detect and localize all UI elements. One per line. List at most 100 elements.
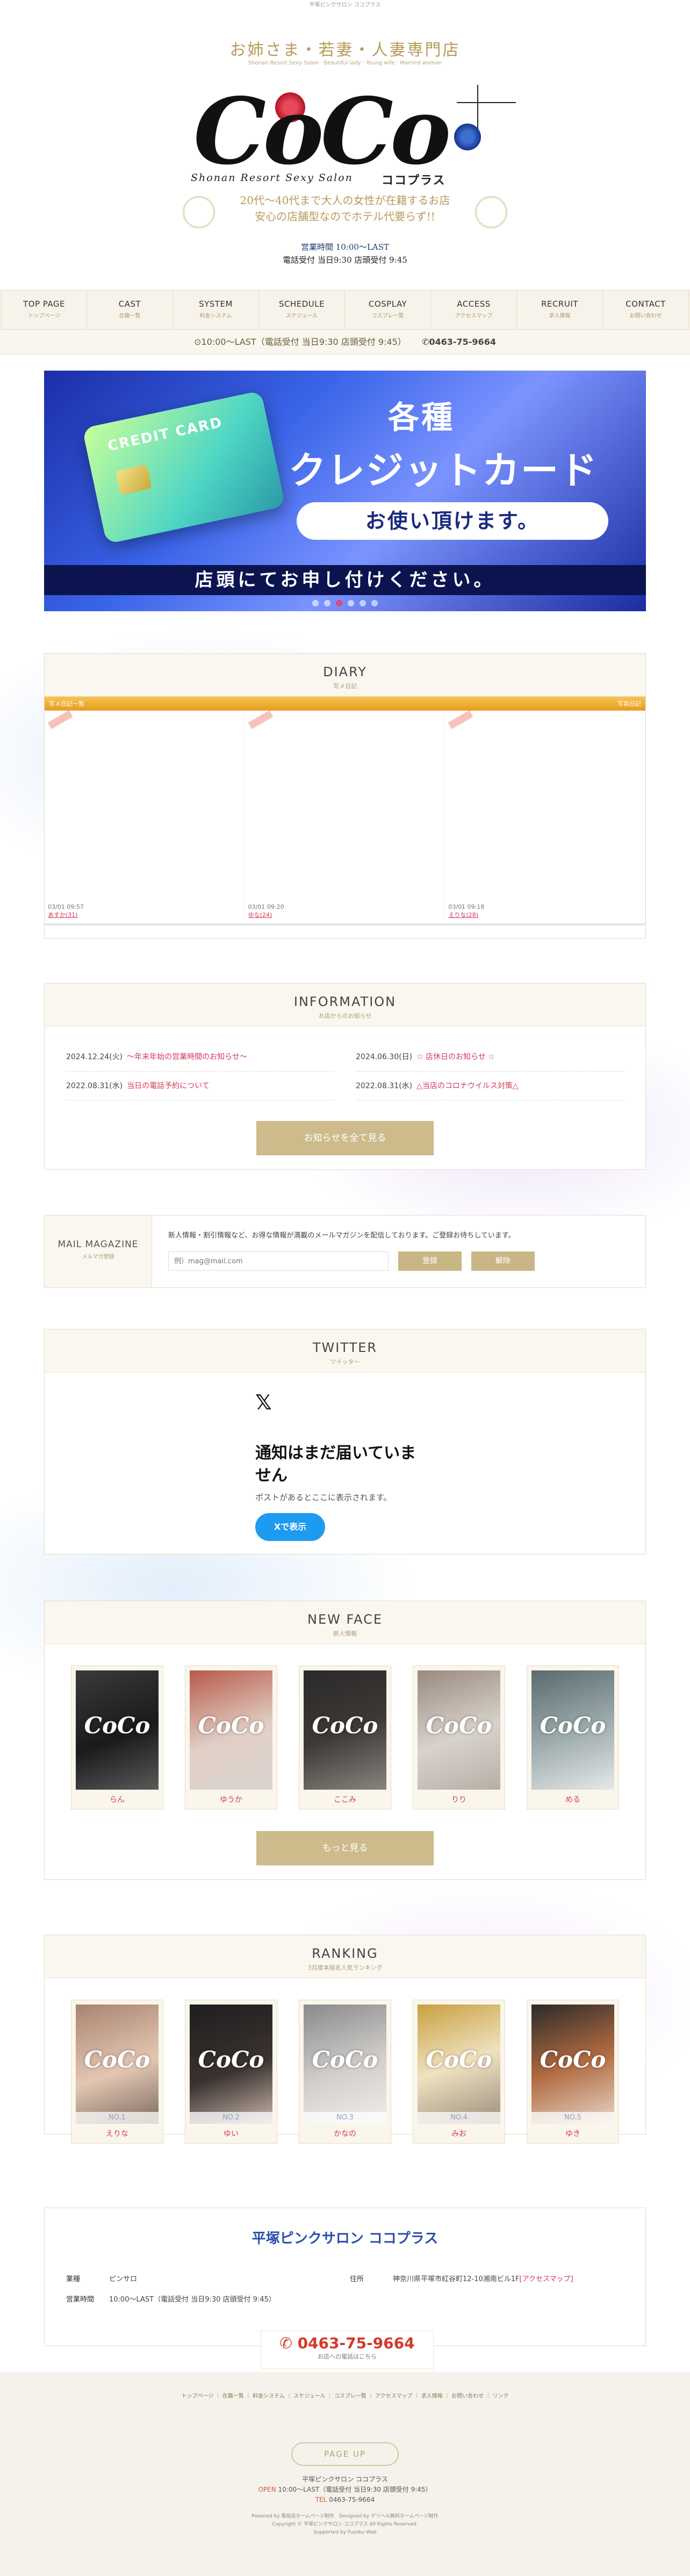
slider-dot[interactable] bbox=[360, 600, 366, 606]
cast-photo: CoCo bbox=[76, 1670, 159, 1790]
rank-badge: NO.4 bbox=[418, 2112, 500, 2124]
information-section: INFORMATION お店からのお知らせ 2024.12.24(火) 〜年末年始… bbox=[44, 983, 646, 1170]
view-on-x-button[interactable]: Xで表示 bbox=[255, 1513, 325, 1541]
top-line: 平塚ピンクサロン ココプラス bbox=[309, 2, 381, 8]
cast-card[interactable]: CoCo める bbox=[527, 1666, 619, 1810]
email-field[interactable] bbox=[168, 1251, 389, 1271]
nav-schedule[interactable]: SCHEDULE スケジュール bbox=[259, 291, 345, 329]
new-tag-icon bbox=[47, 710, 73, 729]
info-item[interactable]: 2022.08.31(水) △当店のコロナウイルス対策△ bbox=[356, 1072, 624, 1101]
footer: トップページ ｜ 在籍一覧 ｜ 料金システム ｜ スケジュール ｜ コスプレ一覧… bbox=[0, 2372, 690, 2576]
mail-description: 新人情報・割引情報など、お得な情報が満載のメールマガジンを配信しております。ご登… bbox=[168, 1232, 515, 1240]
unsubscribe-button[interactable]: 解除 bbox=[471, 1251, 535, 1271]
footer-shop-name: 平塚ピンクサロン ココプラス bbox=[302, 2476, 388, 2483]
slider-dot[interactable] bbox=[336, 600, 342, 606]
watermark-logo: CoCo bbox=[84, 1712, 150, 1739]
site-logo[interactable]: CoCo Shonan Resort Sexy Salon ココプラス bbox=[183, 81, 516, 188]
diary-entry[interactable]: 03/01 09:20 ゆな(24) bbox=[245, 710, 445, 925]
info-item[interactable]: 2024.12.24(火) 〜年末年始の営業時間のお知らせ〜 bbox=[66, 1043, 334, 1072]
nav-contact[interactable]: CONTACT お問い合わせ bbox=[603, 291, 689, 329]
twitter-heading: 通知はまだ届いていません bbox=[255, 1444, 416, 1485]
shop-info-section: 平塚ピンクサロン ココプラス 業種 ピンサロ 住所 神奈川県平塚市紅谷町12-1… bbox=[44, 2208, 646, 2369]
diary-photo-link[interactable]: 写真日記 bbox=[617, 699, 641, 708]
nav-access[interactable]: ACCESS アクセスマップ bbox=[431, 291, 517, 329]
info-tel[interactable]: ✆0463-75-9664 bbox=[422, 337, 496, 347]
cast-card[interactable]: CoCo りり bbox=[413, 1666, 505, 1810]
footer-supported: Supported by Fuzoku Web bbox=[313, 2530, 377, 2535]
section-title: DIARY bbox=[323, 664, 367, 679]
cast-photo: CoCo NO.2 bbox=[190, 2005, 272, 2124]
nav-system[interactable]: SYSTEM 料金システム bbox=[173, 291, 259, 329]
credit-card-icon: CREDIT CARD bbox=[82, 390, 286, 544]
tagline: お姉さま・若妻・人妻専門店 bbox=[229, 41, 461, 60]
cast-card[interactable]: CoCo らん bbox=[71, 1666, 163, 1810]
cast-photo: CoCo bbox=[304, 1670, 386, 1790]
chip-icon bbox=[115, 464, 152, 495]
section-title: MAIL MAGAZINE bbox=[58, 1239, 139, 1250]
address-label: 住所 bbox=[350, 2275, 364, 2283]
watermark-logo: CoCo bbox=[84, 2046, 150, 2073]
info-item[interactable]: 2022.08.31(水) 当日の電話予約について bbox=[66, 1072, 334, 1101]
ranking-card[interactable]: CoCo NO.2 ゆい bbox=[185, 2000, 277, 2144]
hero-banner[interactable]: CREDIT CARD 各種 クレジットカード お使い頂けます。 店頭にてお申し… bbox=[44, 371, 646, 611]
logo-sub: Shonan Resort Sexy Salon bbox=[191, 172, 353, 184]
slider-dot[interactable] bbox=[348, 600, 354, 606]
section-title: RANKING bbox=[312, 1946, 378, 1961]
section-title: NEW FACE bbox=[307, 1612, 383, 1627]
more-button[interactable]: もっと見る bbox=[256, 1831, 434, 1865]
call-button[interactable]: ✆ 0463-75-9664 お店への電話はこちら bbox=[261, 2331, 434, 2369]
banner-title-1: 各種 bbox=[388, 399, 455, 436]
logo-text: CoCo bbox=[193, 78, 451, 185]
nav-recruit[interactable]: RECRUIT 求人情報 bbox=[517, 291, 603, 329]
nav-cast[interactable]: CAST 在籍一覧 bbox=[87, 291, 173, 329]
ranking-card[interactable]: CoCo NO.5 ゆき bbox=[527, 2000, 619, 2144]
mail-magazine-section: MAIL MAGAZINE メルマガ登録 新人情報・割引情報など、お得な情報が満… bbox=[44, 1215, 646, 1288]
cast-photo: CoCo bbox=[531, 1670, 614, 1790]
register-button[interactable]: 登録 bbox=[398, 1251, 462, 1271]
slider-dot[interactable] bbox=[312, 600, 319, 606]
footer-tel[interactable]: 0463-75-9664 bbox=[329, 2496, 375, 2503]
banner-title-2: クレジットカード bbox=[289, 448, 598, 493]
nav-top[interactable]: TOP PAGE トップページ bbox=[1, 291, 87, 329]
twitter-section: TWITTER ツイッター 𝕏 通知はまだ届いていません ポストがあるとここに表… bbox=[44, 1329, 646, 1554]
diary-entry[interactable]: 03/01 09:57 あすか(31) bbox=[45, 710, 245, 925]
footer-links[interactable]: トップページ ｜ 在籍一覧 ｜ 料金システム ｜ スケジュール ｜ コスプレ一覧… bbox=[0, 2372, 690, 2399]
slider-dot[interactable] bbox=[324, 600, 330, 606]
rank-badge: NO.5 bbox=[531, 2112, 614, 2124]
ranking-card[interactable]: CoCo NO.4 みお bbox=[413, 2000, 505, 2144]
diary-entry[interactable]: 03/01 09:18 えりな(28) bbox=[445, 710, 646, 925]
rank-badge: NO.3 bbox=[304, 2112, 386, 2124]
rank-badge: NO.2 bbox=[190, 2112, 272, 2124]
shop-title: 平塚ピンクサロン ココプラス bbox=[251, 2231, 439, 2247]
diary-list-link[interactable]: 写メ日記一覧 bbox=[49, 699, 84, 708]
ranking-card[interactable]: CoCo NO.1 えりな bbox=[71, 2000, 163, 2144]
new-tag-icon bbox=[248, 710, 274, 729]
footer-copyright: Copyright © 平塚ピンクサロン ココプラス All Rights Re… bbox=[272, 2522, 418, 2527]
watermark-logo: CoCo bbox=[540, 1712, 606, 1739]
cast-photo: CoCo NO.1 bbox=[76, 2005, 159, 2124]
info-item[interactable]: 2024.06.30(日) ☆ 店休日のお知らせ ☆ bbox=[356, 1043, 624, 1072]
view-all-info-button[interactable]: お知らせを全て見る bbox=[256, 1121, 434, 1155]
access-map-link[interactable]: [アクセスマップ] bbox=[520, 2275, 573, 2283]
footer-open-hours: 10:00〜LAST（電話受付 当日9:30 店頭受付 9:45） bbox=[278, 2486, 432, 2493]
ranking-card[interactable]: CoCo NO.3 かなの bbox=[299, 2000, 391, 2144]
new-face-section: NEW FACE 新人情報 CoCo らん CoCo ゆうか CoCo ここみ … bbox=[44, 1601, 646, 1880]
type-value: ピンサロ bbox=[109, 2275, 138, 2283]
page-up-button[interactable]: PAGE UP bbox=[291, 2442, 399, 2466]
hours-value: 10:00〜LAST（電話受付 当日9:30 店頭受付 9:45） bbox=[109, 2296, 276, 2304]
nav-cosplay[interactable]: COSPLAY コスプレ一覧 bbox=[345, 291, 431, 329]
cast-card[interactable]: CoCo ここみ bbox=[299, 1666, 391, 1810]
rank-badge: NO.1 bbox=[76, 2112, 159, 2124]
x-logo-icon: 𝕏 bbox=[255, 1391, 272, 1414]
slider-dot[interactable] bbox=[371, 600, 378, 606]
type-label: 業種 bbox=[66, 2275, 81, 2283]
cast-photo: CoCo NO.4 bbox=[418, 2005, 500, 2124]
watermark-logo: CoCo bbox=[312, 1712, 378, 1739]
new-tag-icon bbox=[448, 710, 473, 729]
plus-icon bbox=[477, 85, 478, 133]
cast-card[interactable]: CoCo ゆうか bbox=[185, 1666, 277, 1810]
info-bar: ⊙10:00～LAST（電話受付 当日9:30 店頭受付 9:45） ✆0463… bbox=[0, 330, 690, 354]
info-hours: ⊙10:00～LAST（電話受付 当日9:30 店頭受付 9:45） bbox=[194, 337, 406, 347]
footer-powered[interactable]: Powered by 風俗店ホームページ制作 Designed by デリヘル無… bbox=[0, 2513, 690, 2521]
hours-label: 営業時間 bbox=[66, 2296, 95, 2304]
